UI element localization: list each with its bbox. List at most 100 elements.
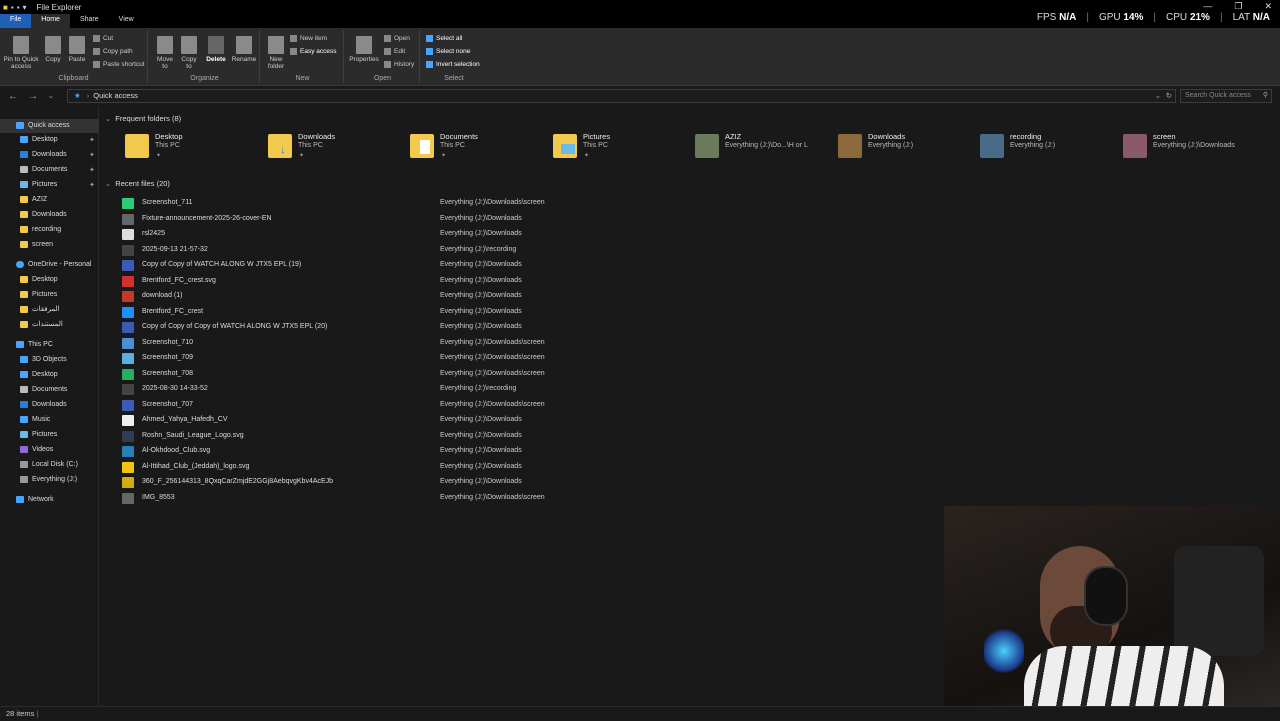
recent-files-header[interactable]: ⌄ Recent files (20) xyxy=(105,179,170,188)
easy-access-icon xyxy=(290,48,297,55)
recent-file-row[interactable]: Screenshot_710 Everything (J:)\Downloads\… xyxy=(120,336,640,351)
recent-file-row[interactable]: Al-Ittihad_Club_(Jeddah)_logo.svg Everyth… xyxy=(120,460,640,475)
sidebar-item-screen[interactable]: screen xyxy=(20,238,53,252)
sidebar-item-downloads[interactable]: Downloads xyxy=(20,148,67,162)
frequent-folder-aziz[interactable]: AZIZ Everything (J:)\Do...\H or L xyxy=(695,132,835,164)
recent-file-row[interactable]: Copy of Copy of Copy of WATCH ALONG W JT… xyxy=(120,320,640,335)
refresh-icon[interactable]: ↻ xyxy=(1166,90,1172,102)
select-all-button[interactable]: Select all xyxy=(426,35,462,42)
sidebar-item-aziz[interactable]: AZIZ xyxy=(20,193,47,207)
recent-file-row[interactable]: Ahmed_Yahya_Hafedh_CV Everything (J:)\Dow… xyxy=(120,413,640,428)
recent-file-row[interactable]: Brentford_FC_crest Everything (J:)\Downlo… xyxy=(120,305,640,320)
recent-file-row[interactable]: Al-Okhdood_Club.svg Everything (J:)\Downl… xyxy=(120,444,640,459)
recent-file-row[interactable]: Screenshot_708 Everything (J:)\Downloads\… xyxy=(120,367,640,382)
paste-button[interactable]: Paste xyxy=(66,36,88,63)
quick-access-toolbar[interactable]: ■ ▪ ▪ ▾ xyxy=(3,3,27,12)
recent-file-row[interactable]: 2025-08-30 14-33-52 Everything (J:)\recor… xyxy=(120,382,640,397)
tab-file[interactable]: File xyxy=(0,14,32,28)
copy-to-button[interactable]: Copy to xyxy=(178,36,200,70)
open-group-label: Open xyxy=(373,75,392,82)
recent-file-row[interactable]: Screenshot_707 Everything (J:)\Downloads\… xyxy=(120,398,640,413)
recent-file-row[interactable]: 2025-09-13 21-57-32 Everything (J:)\recor… xyxy=(120,243,640,258)
recent-file-row[interactable]: Screenshot_711 Everything (J:)\Downloads\… xyxy=(120,196,640,211)
sidebar-item-onedrive[interactable]: OneDrive - Personal xyxy=(16,258,91,272)
new-item-button[interactable]: New item xyxy=(290,35,327,42)
sidebar-item-quick-access[interactable]: Quick access xyxy=(0,119,99,133)
frequent-folder-downloads[interactable]: DownloadsThis PC✦ xyxy=(268,132,408,164)
cut-button[interactable]: Cut xyxy=(93,35,113,42)
sidebar-item-od-documents[interactable]: المستندات xyxy=(20,318,63,332)
frequent-folder-desktop[interactable]: Desktop This PC ✦ xyxy=(125,132,265,164)
chevron-down-icon: ⌄ xyxy=(105,114,112,123)
frequent-folder-documents[interactable]: Documents This PC ✦ xyxy=(410,132,550,164)
file-icon xyxy=(122,337,134,349)
tab-view[interactable]: View xyxy=(109,14,144,28)
copy-button[interactable]: Copy xyxy=(42,36,64,63)
recent-file-row[interactable]: download (1) Everything (J:)\Downloads xyxy=(120,289,640,304)
forward-arrow-icon[interactable]: → xyxy=(28,91,40,102)
easy-access-button[interactable]: Easy access xyxy=(290,48,337,55)
recent-file-row[interactable]: Brentford_FC_crest.svg Everything (J:)\Do… xyxy=(120,274,640,289)
frequent-folders-header[interactable]: ⌄ Frequent folders (8) xyxy=(105,114,181,123)
tab-share[interactable]: Share xyxy=(70,14,109,28)
edit-button[interactable]: Edit xyxy=(384,48,405,55)
sidebar-item-network[interactable]: Network xyxy=(16,493,54,507)
breadcrumb-quick-access[interactable]: Quick access xyxy=(93,91,138,100)
chevron-down-icon[interactable]: ▾ xyxy=(23,3,27,12)
history-button[interactable]: History xyxy=(384,61,414,68)
move-to-button[interactable]: Move to xyxy=(154,36,176,70)
recent-file-row[interactable]: IMG_8553 Everything (J:)\Downloads\screen xyxy=(120,491,640,506)
recent-file-row[interactable]: Roshn_Saudi_League_Logo.svg Everything (J… xyxy=(120,429,640,444)
tab-home[interactable]: Home xyxy=(31,14,70,28)
search-input[interactable]: Search Quick access ⚲ xyxy=(1180,89,1272,103)
sidebar-item-this-pc[interactable]: This PC xyxy=(16,338,53,352)
frequent-folder-screen[interactable]: screen Everything (J:)\Downloads xyxy=(1123,132,1263,164)
rename-button[interactable]: Rename xyxy=(230,36,258,63)
new-folder-button[interactable]: New folder xyxy=(264,36,288,70)
delete-button[interactable]: Delete xyxy=(204,36,228,63)
sidebar-item-local-disk[interactable]: Local Disk (C:) xyxy=(20,458,78,472)
folder-icon xyxy=(20,290,28,298)
frequent-folder-recording[interactable]: recording Everything (J:) xyxy=(980,132,1120,164)
sidebar-item-pc-desktop[interactable]: Desktop xyxy=(20,368,58,382)
recent-file-row[interactable]: 360_F_256144313_8QxqCarZmjdE2GGj8AebqvgK… xyxy=(120,475,640,490)
recent-file-row[interactable]: Screenshot_709 Everything (J:)\Downloads\… xyxy=(120,351,640,366)
frequent-folder-pictures[interactable]: Pictures This PC ✦ xyxy=(553,132,693,164)
sidebar-item-pc-documents[interactable]: Documents xyxy=(20,383,67,397)
recent-file-row[interactable]: rsl2425 Everything (J:)\Downloads xyxy=(120,227,640,242)
copy-path-button[interactable]: Copy path xyxy=(93,48,133,55)
sidebar-item-desktop[interactable]: Desktop xyxy=(20,133,58,147)
close-button[interactable]: ✕ xyxy=(1264,1,1272,12)
sidebar-item-downloads-j[interactable]: Downloads xyxy=(20,208,67,222)
address-box[interactable]: ★ › Quick access ⌄ ↻ xyxy=(67,89,1176,103)
sidebar-item-od-pictures[interactable]: Pictures xyxy=(20,288,57,302)
chevron-down-icon[interactable]: ⌄ xyxy=(48,92,60,100)
invert-selection-button[interactable]: Invert selection xyxy=(426,61,480,68)
select-none-button[interactable]: Select none xyxy=(426,48,470,55)
sidebar-item-pictures[interactable]: Pictures xyxy=(20,178,57,192)
recent-file-row[interactable]: Copy of Copy of WATCH ALONG W JTX5 EPL (… xyxy=(120,258,640,273)
maximize-button[interactable]: ❐ xyxy=(1234,1,1242,12)
recent-file-row[interactable]: Fixture-announcement-2025-26-cover-EN Eve… xyxy=(120,212,640,227)
undo-icon[interactable]: ▪ xyxy=(17,3,20,12)
sidebar-item-3d-objects[interactable]: 3D Objects xyxy=(20,353,67,367)
sidebar-item-od-attachments[interactable]: المرفقات xyxy=(20,303,60,317)
frequent-folder-downloads-j[interactable]: Downloads Everything (J:) xyxy=(838,132,978,164)
pin-to-quick-access-button[interactable]: Pin to Quick access xyxy=(2,36,40,70)
properties-button[interactable]: Properties xyxy=(348,36,380,63)
sidebar-item-pc-pictures[interactable]: Pictures xyxy=(20,428,57,442)
minimize-button[interactable]: — xyxy=(1203,1,1212,12)
sidebar-item-videos[interactable]: Videos xyxy=(20,443,53,457)
paste-shortcut-button[interactable]: Paste shortcut xyxy=(93,61,145,68)
sidebar-item-od-desktop[interactable]: Desktop xyxy=(20,273,58,287)
open-button[interactable]: Open xyxy=(384,35,410,42)
sidebar-item-pc-downloads[interactable]: Downloads xyxy=(20,398,67,412)
sidebar-item-music[interactable]: Music xyxy=(20,413,50,427)
sidebar-item-documents[interactable]: Documents xyxy=(20,163,67,177)
save-icon[interactable]: ▪ xyxy=(11,3,14,12)
sidebar-item-recording[interactable]: recording xyxy=(20,223,61,237)
sidebar-item-everything-drive[interactable]: Everything (J:) xyxy=(20,473,77,487)
music-icon xyxy=(20,415,28,423)
chevron-down-icon[interactable]: ⌄ xyxy=(1155,90,1161,102)
back-arrow-icon[interactable]: ← xyxy=(8,91,20,102)
